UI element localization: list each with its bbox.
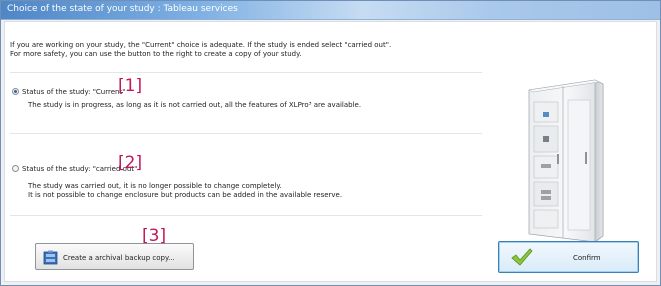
separator-middle	[10, 133, 482, 134]
intro-line-2: For more safety, you can use the button …	[10, 50, 302, 58]
title-bar[interactable]: Choice of the state of your study : Tabl…	[1, 1, 660, 20]
create-backup-label: Create a archival backup copy...	[63, 254, 175, 262]
option-carried-out-description-2: It is not possible to change enclosure b…	[28, 191, 343, 199]
electrical-cabinet-icon	[528, 79, 604, 243]
callout-3: [3]	[142, 226, 167, 246]
intro-line-1: If you are working on your study, the "C…	[10, 41, 392, 49]
option-carried-out-description-1: The study was carried out, it is no long…	[28, 182, 282, 190]
dialog-content: If you are working on your study, the "C…	[4, 21, 657, 282]
callout-2: [2]	[118, 153, 143, 173]
separator-top	[10, 72, 482, 73]
confirm-label: Confirm	[573, 254, 601, 262]
archive-icon	[43, 250, 58, 265]
radio-current[interactable]	[12, 88, 19, 95]
separator-bottom	[10, 215, 482, 216]
option-current-label[interactable]: Status of the study: "Current"	[22, 88, 125, 96]
window-title: Choice of the state of your study : Tabl…	[7, 4, 238, 14]
confirm-button[interactable]: Confirm	[498, 241, 639, 273]
check-icon	[511, 248, 533, 266]
radio-carried-out[interactable]	[12, 165, 19, 172]
option-current-description: The study is in progress, as long as it …	[28, 101, 362, 109]
create-backup-button[interactable]: Create a archival backup copy...	[35, 243, 194, 270]
dialog-window: Choice of the state of your study : Tabl…	[0, 0, 661, 286]
enclosure-image	[499, 72, 637, 246]
callout-1: [1]	[118, 76, 143, 96]
